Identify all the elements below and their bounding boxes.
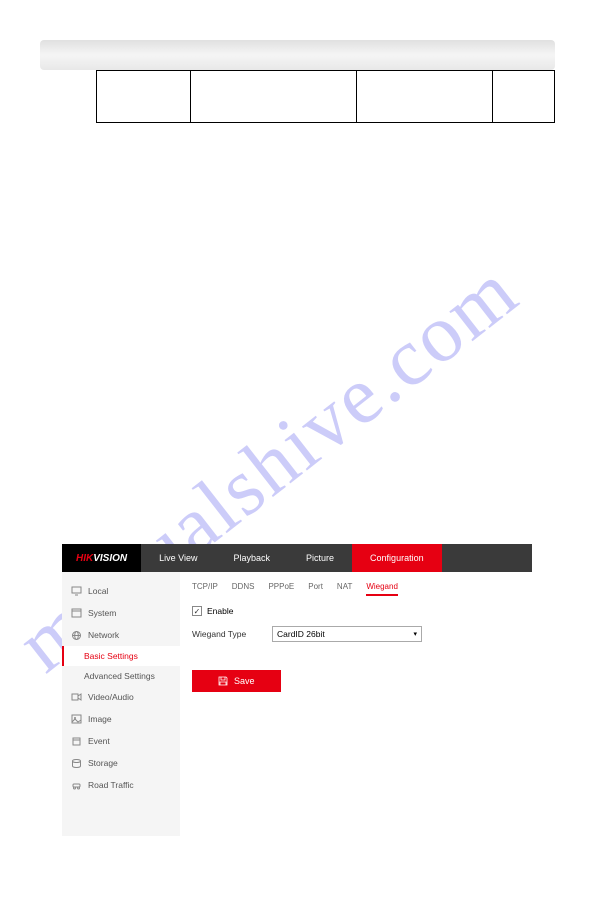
logo-suffix: VISION xyxy=(93,553,127,564)
sidebar-item-event[interactable]: Event xyxy=(62,730,180,752)
sidebar-item-network[interactable]: Network xyxy=(62,624,180,646)
traffic-icon xyxy=(70,779,82,791)
sidebar-item-label: Network xyxy=(88,630,119,640)
window-icon xyxy=(70,607,82,619)
enable-label: Enable xyxy=(207,606,233,616)
save-icon xyxy=(218,676,228,686)
sidebar-item-storage[interactable]: Storage xyxy=(62,752,180,774)
sidebar-item-road-traffic[interactable]: Road Traffic xyxy=(62,774,180,796)
tab-ddns[interactable]: DDNS xyxy=(232,582,255,596)
tab-wiegand[interactable]: Wiegand xyxy=(366,582,398,596)
globe-icon xyxy=(70,629,82,641)
tab-port[interactable]: Port xyxy=(308,582,323,596)
select-value: CardID 26bit xyxy=(277,629,325,639)
settings-tabs: TCP/IP DDNS PPPoE Port NAT Wiegand xyxy=(192,582,520,596)
sidebar-item-video-audio[interactable]: Video/Audio xyxy=(62,686,180,708)
sidebar-item-label: Event xyxy=(88,736,110,746)
save-button-label: Save xyxy=(234,676,255,686)
chevron-down-icon: ▾ xyxy=(413,630,417,638)
nav-live-view[interactable]: Live View xyxy=(141,544,215,572)
nav-picture[interactable]: Picture xyxy=(288,544,352,572)
image-icon xyxy=(70,713,82,725)
enable-row: ✓ Enable xyxy=(192,606,520,616)
event-icon xyxy=(70,735,82,747)
tab-nat[interactable]: NAT xyxy=(337,582,352,596)
sidebar-item-label: Local xyxy=(88,586,108,596)
logo-prefix: HIK xyxy=(76,553,93,564)
sidebar-item-label: Video/Audio xyxy=(88,692,134,702)
nav-configuration[interactable]: Configuration xyxy=(352,544,442,572)
app-screenshot: HIKVISION Live View Playback Picture Con… xyxy=(62,544,532,836)
content-panel: TCP/IP DDNS PPPoE Port NAT Wiegand ✓ Ena… xyxy=(180,572,532,836)
sidebar: Local System Network Basic Settings Adva… xyxy=(62,572,180,836)
monitor-icon xyxy=(70,585,82,597)
sidebar-item-label: Road Traffic xyxy=(88,780,134,790)
nav-playback[interactable]: Playback xyxy=(216,544,289,572)
wiegand-type-select[interactable]: CardID 26bit ▾ xyxy=(272,626,422,642)
top-empty-table xyxy=(96,70,555,123)
enable-checkbox[interactable]: ✓ xyxy=(192,606,202,616)
sidebar-item-system[interactable]: System xyxy=(62,602,180,624)
top-navigation: HIKVISION Live View Playback Picture Con… xyxy=(62,544,532,572)
sidebar-item-local[interactable]: Local xyxy=(62,580,180,602)
logo: HIKVISION xyxy=(62,544,141,572)
tab-tcpip[interactable]: TCP/IP xyxy=(192,582,218,596)
save-button[interactable]: Save xyxy=(192,670,281,692)
sidebar-item-label: Storage xyxy=(88,758,118,768)
sidebar-sub-basic-settings[interactable]: Basic Settings xyxy=(62,646,180,666)
sidebar-sub-advanced-settings[interactable]: Advanced Settings xyxy=(62,666,180,686)
sidebar-item-image[interactable]: Image xyxy=(62,708,180,730)
video-icon xyxy=(70,691,82,703)
tab-pppoe[interactable]: PPPoE xyxy=(268,582,294,596)
sidebar-item-label: System xyxy=(88,608,116,618)
sidebar-item-label: Image xyxy=(88,714,112,724)
wiegand-type-label: Wiegand Type xyxy=(192,629,272,639)
wiegand-type-row: Wiegand Type CardID 26bit ▾ xyxy=(192,626,520,642)
page-header-bar xyxy=(40,40,555,70)
storage-icon xyxy=(70,757,82,769)
